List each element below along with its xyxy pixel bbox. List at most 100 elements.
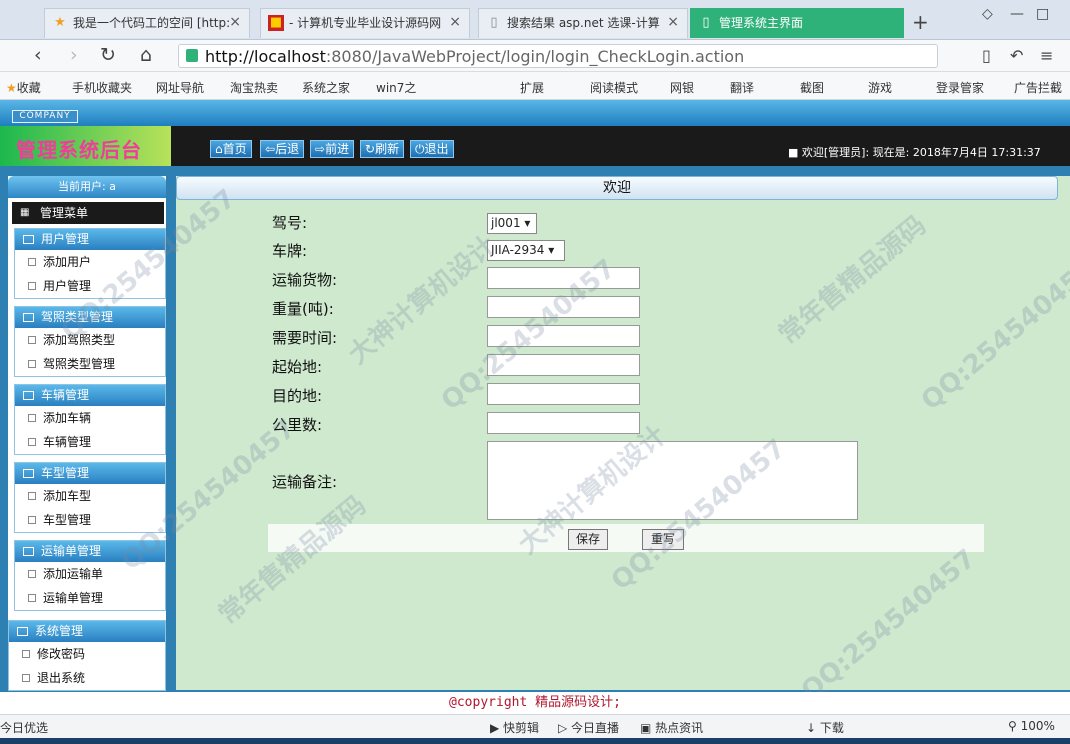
menu-item-license-manage[interactable]: 驾照类型管理 — [15, 352, 165, 376]
folder-icon — [17, 627, 28, 636]
reader-mode-button[interactable]: 阅读模式 — [590, 79, 638, 96]
minimize-icon[interactable]: — — [1010, 6, 1024, 22]
status-news[interactable]: ▣ 热点资讯 — [640, 719, 703, 736]
menu-item-exit[interactable]: 退出系统 — [9, 666, 165, 690]
menu-group-header[interactable]: 系统管理 — [9, 621, 165, 642]
form-buttons: 保存 重写 — [268, 524, 984, 552]
reset-button[interactable]: 重写 — [642, 529, 684, 550]
back-button[interactable]: ⇦后退 — [260, 140, 305, 158]
arrow-left-icon: ⇦ — [265, 142, 276, 156]
refresh-icon: ↻ — [365, 142, 376, 156]
menu-item-model-manage[interactable]: 车型管理 — [15, 508, 165, 532]
browser-statusbar: 今日优选 ▶ 快剪辑 ▷ 今日直播 ▣ 热点资讯 ↓ 下载 ⚲ 100% — [0, 714, 1070, 738]
maximize-icon[interactable]: □ — [1036, 6, 1049, 22]
bookmark-favorites[interactable]: ★收藏 — [6, 79, 41, 96]
menu-icon[interactable]: ≡ — [1040, 46, 1053, 65]
forward-icon[interactable]: › — [70, 44, 78, 66]
skin-icon[interactable]: ◇ — [982, 6, 993, 22]
menu-group-header[interactable]: 用户管理 — [15, 229, 165, 250]
extensions-button[interactable]: 扩展 — [520, 79, 544, 96]
home-icon[interactable]: ⌂ — [140, 44, 152, 66]
phone-icon[interactable]: ▯ — [982, 46, 991, 65]
menu-group-license: 驾照类型管理 添加驾照类型 驾照类型管理 — [14, 306, 166, 377]
menu-group-transport: 运输单管理 添加运输单 运输单管理 — [14, 540, 166, 611]
menu-group-header[interactable]: 驾照类型管理 — [15, 307, 165, 328]
menu-item-vehicle-manage[interactable]: 车辆管理 — [15, 430, 165, 454]
page-icon: ▯ — [490, 15, 498, 30]
menu-group-header[interactable]: 运输单管理 — [15, 541, 165, 562]
menu-item-transport-manage[interactable]: 运输单管理 — [15, 586, 165, 610]
weight-label: 重量(吨): — [272, 300, 334, 318]
logout-button[interactable]: ⏻退出 — [410, 140, 454, 158]
secure-icon — [186, 49, 198, 62]
reload-icon[interactable]: ↻ — [100, 44, 116, 66]
dest-input[interactable] — [487, 383, 640, 405]
menu-group-header[interactable]: 车辆管理 — [15, 385, 165, 406]
refresh-button[interactable]: ↻刷新 — [360, 140, 405, 158]
bookmark-nav[interactable]: 网址导航 — [156, 79, 204, 96]
menu-item-add-vehicle[interactable]: 添加车辆 — [15, 406, 165, 430]
login-manager-button[interactable]: 登录管家 — [936, 79, 984, 96]
time-input[interactable] — [487, 325, 640, 347]
status-clip[interactable]: ▶ 快剪辑 — [490, 719, 539, 736]
doc-icon — [28, 516, 36, 524]
menu-group-vehicle: 车辆管理 添加车辆 车辆管理 — [14, 384, 166, 455]
save-button[interactable]: 保存 — [568, 529, 608, 550]
close-tab-icon[interactable]: × — [667, 14, 679, 30]
menu-item-add-user[interactable]: 添加用户 — [15, 250, 165, 274]
download-icon: ↓ — [806, 721, 820, 735]
bank-button[interactable]: 网银 — [670, 79, 694, 96]
forward-button[interactable]: ⇨前进 — [310, 140, 355, 158]
menu-group-model: 车型管理 添加车型 车型管理 — [14, 462, 166, 533]
menu-item-add-license[interactable]: 添加驾照类型 — [15, 328, 165, 352]
doc-icon — [28, 258, 36, 266]
driver-select[interactable]: jl001 ▾ — [487, 213, 537, 234]
screenshot-button[interactable]: 截图 — [800, 79, 824, 96]
square-icon: ■ — [788, 146, 802, 159]
bookmark-win7[interactable]: win7之 — [376, 79, 416, 96]
menu-item-user-manage[interactable]: 用户管理 — [15, 274, 165, 298]
browser-tab-3[interactable]: ▯ 搜索结果 asp.net 选课-计算 × — [478, 8, 688, 38]
undo-icon[interactable]: ↶ — [1010, 46, 1023, 65]
remark-label: 运输备注: — [272, 473, 338, 491]
adblock-button[interactable]: 广告拦截 — [1014, 79, 1062, 96]
menu-item-add-transport[interactable]: 添加运输单 — [15, 562, 165, 586]
star-icon: ★ — [6, 81, 17, 95]
status-recommend[interactable]: 今日优选 — [0, 719, 48, 736]
bookmark-xitong[interactable]: 系统之家 — [302, 79, 350, 96]
news-icon: ▣ — [640, 721, 656, 735]
goods-input[interactable] — [487, 267, 640, 289]
browser-tab-active[interactable]: ▯ 管理系统主界面 — [690, 8, 904, 38]
origin-input[interactable] — [487, 354, 640, 376]
status-live[interactable]: ▷ 今日直播 — [558, 719, 619, 736]
status-zoom[interactable]: ⚲ 100% — [1008, 719, 1055, 733]
current-time: 2018年7月4日 17:31:37 — [912, 146, 1041, 159]
menu-item-add-model[interactable]: 添加车型 — [15, 484, 165, 508]
menu-group-header[interactable]: 车型管理 — [15, 463, 165, 484]
close-tab-icon[interactable]: × — [229, 14, 241, 30]
new-tab-icon[interactable]: + — [912, 10, 929, 34]
doc-icon — [28, 336, 36, 344]
url-input[interactable]: http://localhost:8080/JavaWebProject/log… — [178, 44, 938, 68]
goods-label: 运输货物: — [272, 271, 338, 289]
translate-button[interactable]: 翻译 — [730, 79, 754, 96]
browser-tab-2[interactable]: ■ - 计算机专业毕业设计源码网 × — [260, 8, 470, 38]
zoom-icon: ⚲ — [1008, 719, 1021, 733]
back-icon[interactable]: ‹ — [34, 44, 42, 66]
weight-input[interactable] — [487, 296, 640, 318]
remark-textarea[interactable] — [487, 441, 858, 520]
grid-icon: ▦ — [20, 207, 30, 218]
app-top-strip: COMPANY — [0, 100, 1070, 126]
games-button[interactable]: 游戏 — [868, 79, 892, 96]
plate-select[interactable]: JIIA-2934 ▾ — [487, 240, 565, 261]
menu-title: ▦ 管理菜单 — [12, 202, 164, 224]
bookmark-mobile[interactable]: 手机收藏夹 — [72, 79, 132, 96]
status-download[interactable]: ↓ 下载 — [806, 719, 844, 736]
browser-tab-1[interactable]: ★ 我是一个代码工的空间 [http: × — [44, 8, 250, 38]
home-button[interactable]: ⌂首页 — [210, 140, 252, 158]
bookmark-taobao[interactable]: 淘宝热卖 — [230, 79, 278, 96]
close-tab-icon[interactable]: × — [449, 14, 461, 30]
page-icon: ▯ — [702, 15, 710, 30]
km-input[interactable] — [487, 412, 640, 434]
menu-item-change-password[interactable]: 修改密码 — [9, 642, 165, 666]
